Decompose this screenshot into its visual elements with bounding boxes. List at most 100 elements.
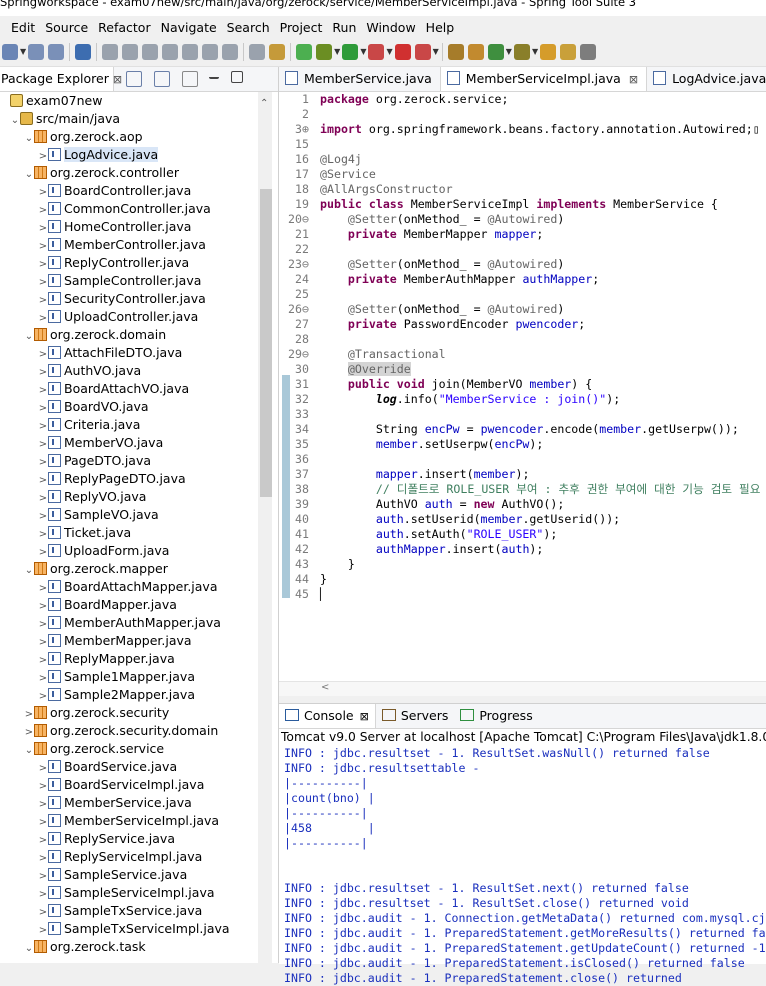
tree-item[interactable]: > Ticket.java bbox=[0, 524, 258, 542]
tree-item[interactable]: > SampleServiceImpl.java bbox=[0, 884, 258, 902]
tree-item[interactable]: > MemberMapper.java bbox=[0, 632, 258, 650]
view-menu-icon[interactable] bbox=[181, 71, 198, 87]
suspend-icon[interactable] bbox=[122, 44, 139, 60]
tree-item[interactable]: > BoardAttachMapper.java bbox=[0, 578, 258, 596]
tree-scrollbar[interactable]: ⌃ bbox=[258, 92, 272, 963]
tree-item[interactable]: > SecurityController.java bbox=[0, 290, 258, 308]
menu-navigate[interactable]: Navigate bbox=[156, 16, 222, 37]
open-type-icon[interactable] bbox=[513, 44, 530, 60]
tree-item[interactable]: ⌄ org.zerock.mapper bbox=[0, 560, 258, 578]
debug-icon[interactable] bbox=[316, 44, 333, 60]
step-return-icon[interactable] bbox=[222, 44, 239, 60]
dropdown-arrow-icon[interactable]: ▼ bbox=[433, 47, 439, 56]
editor-hscrollbar[interactable]: < bbox=[279, 681, 766, 696]
drop-frame-icon[interactable] bbox=[249, 44, 266, 60]
new-class-icon[interactable] bbox=[487, 44, 504, 60]
tree-item[interactable]: ⌄ org.zerock.aop bbox=[0, 128, 258, 146]
tree-item[interactable]: > org.zerock.security.domain bbox=[0, 722, 258, 740]
tab-console[interactable]: Console ⊠ bbox=[279, 704, 376, 728]
tree-item[interactable]: > MemberVO.java bbox=[0, 434, 258, 452]
menu-refactor[interactable]: Refactor bbox=[93, 16, 155, 37]
tree-item[interactable]: > SampleService.java bbox=[0, 866, 258, 884]
tree-item[interactable]: > Criteria.java bbox=[0, 416, 258, 434]
filter-icon[interactable] bbox=[269, 44, 286, 60]
search-icon[interactable] bbox=[540, 44, 557, 60]
tree-item[interactable]: > ReplyController.java bbox=[0, 254, 258, 272]
tree-item[interactable]: ⌄ org.zerock.controller bbox=[0, 164, 258, 182]
tree-item[interactable]: > ReplyPageDTO.java bbox=[0, 470, 258, 488]
tree-item[interactable]: > Sample1Mapper.java bbox=[0, 668, 258, 686]
tab-logadvice-java[interactable]: LogAdvice.java bbox=[647, 67, 766, 91]
menu-source[interactable]: Source bbox=[40, 16, 93, 37]
skip-icon[interactable] bbox=[102, 44, 119, 60]
maximize-icon[interactable] bbox=[231, 71, 244, 83]
tree-item[interactable]: ⌄ org.zerock.task bbox=[0, 938, 258, 956]
tree-item[interactable]: > AuthVO.java bbox=[0, 362, 258, 380]
boot-dashboard-icon[interactable] bbox=[296, 44, 313, 60]
tree-item[interactable]: ⌄ org.zerock.service bbox=[0, 740, 258, 758]
tree-item[interactable]: > UploadController.java bbox=[0, 308, 258, 326]
expand-toggle-icon[interactable]: ⌄ bbox=[24, 940, 34, 958]
menu-help[interactable]: Help bbox=[421, 16, 460, 37]
console-output[interactable]: INFO : jdbc.resultset - 1. ResultSet.was… bbox=[279, 746, 766, 986]
tree-item[interactable]: ⌄ org.zerock.domain bbox=[0, 326, 258, 344]
menu-window[interactable]: Window bbox=[361, 16, 420, 37]
tab-memberserviceimpl-java[interactable]: MemberServiceImpl.java ⊠ bbox=[440, 67, 648, 91]
tree-item[interactable]: ⌄ src/main/java bbox=[0, 110, 258, 128]
tree-item[interactable]: > BoardAttachVO.java bbox=[0, 380, 258, 398]
open-perspective-icon[interactable] bbox=[580, 44, 597, 60]
tree-item[interactable]: > SampleController.java bbox=[0, 272, 258, 290]
coverage-icon[interactable] bbox=[368, 44, 385, 60]
tree-item[interactable]: > MemberService.java bbox=[0, 794, 258, 812]
save-icon[interactable] bbox=[28, 44, 45, 60]
tree-item[interactable]: > BoardVO.java bbox=[0, 398, 258, 416]
tree-item[interactable]: > Sample2Mapper.java bbox=[0, 686, 258, 704]
step-into-icon[interactable] bbox=[182, 44, 199, 60]
dropdown-arrow-icon[interactable]: ▼ bbox=[506, 47, 512, 56]
stop-icon[interactable] bbox=[394, 44, 411, 60]
tab-servers[interactable]: Servers bbox=[376, 704, 455, 728]
tree-item[interactable]: > ReplyServiceImpl.java bbox=[0, 848, 258, 866]
menu-run[interactable]: Run bbox=[327, 16, 361, 37]
tree-item[interactable]: > LogAdvice.java bbox=[0, 146, 258, 164]
tree-item[interactable]: > AttachFileDTO.java bbox=[0, 344, 258, 362]
tree-item[interactable]: exam07new bbox=[0, 92, 258, 110]
tree-item[interactable]: > ReplyService.java bbox=[0, 830, 258, 848]
save-all-icon[interactable] bbox=[48, 44, 65, 60]
menu-project[interactable]: Project bbox=[275, 16, 328, 37]
scrollbar-thumb[interactable] bbox=[260, 189, 272, 497]
menu-search[interactable]: Search bbox=[222, 16, 275, 37]
tree-item[interactable]: > BoardMapper.java bbox=[0, 596, 258, 614]
dropdown-arrow-icon[interactable]: ▼ bbox=[20, 47, 26, 56]
open-task-icon[interactable] bbox=[560, 44, 577, 60]
code-area[interactable]: 1 package org.zerock.service; 2 3⊕ import or… bbox=[279, 92, 766, 682]
tree-item[interactable]: > SampleTxServiceImpl.java bbox=[0, 920, 258, 938]
tree-item[interactable]: > CommonController.java bbox=[0, 200, 258, 218]
link-with-editor-icon[interactable] bbox=[153, 71, 170, 87]
tree-item[interactable]: > ReplyVO.java bbox=[0, 488, 258, 506]
console-icon[interactable] bbox=[75, 44, 92, 60]
terminate-icon[interactable] bbox=[142, 44, 159, 60]
tab-memberservice-java[interactable]: MemberService.java bbox=[279, 67, 441, 91]
dropdown-arrow-icon[interactable]: ▼ bbox=[334, 47, 340, 56]
external-tools-icon[interactable] bbox=[414, 44, 431, 60]
tree-item[interactable]: > ReplyMapper.java bbox=[0, 650, 258, 668]
tree-item[interactable]: > MemberServiceImpl.java bbox=[0, 812, 258, 830]
dropdown-arrow-icon[interactable]: ▼ bbox=[532, 47, 538, 56]
scroll-up-icon[interactable]: ⌃ bbox=[260, 98, 268, 109]
close-icon[interactable]: ⊠ bbox=[113, 73, 122, 86]
tree-item[interactable]: > BoardServiceImpl.java bbox=[0, 776, 258, 794]
menu-edit[interactable]: Edit bbox=[6, 16, 40, 37]
tree-item[interactable]: > HomeController.java bbox=[0, 218, 258, 236]
dropdown-arrow-icon[interactable]: ▼ bbox=[360, 47, 366, 56]
new-java-project-icon[interactable] bbox=[447, 44, 464, 60]
run-icon[interactable] bbox=[342, 44, 359, 60]
tree-item[interactable]: > UploadForm.java bbox=[0, 542, 258, 560]
tree-item[interactable]: > MemberController.java bbox=[0, 236, 258, 254]
tree-item[interactable]: > MemberAuthMapper.java bbox=[0, 614, 258, 632]
minimize-icon[interactable] bbox=[209, 71, 220, 79]
step-over-icon[interactable] bbox=[202, 44, 219, 60]
tab-progress[interactable]: Progress bbox=[454, 704, 538, 728]
tree-item[interactable]: > PageDTO.java bbox=[0, 452, 258, 470]
new-icon[interactable] bbox=[2, 44, 18, 60]
